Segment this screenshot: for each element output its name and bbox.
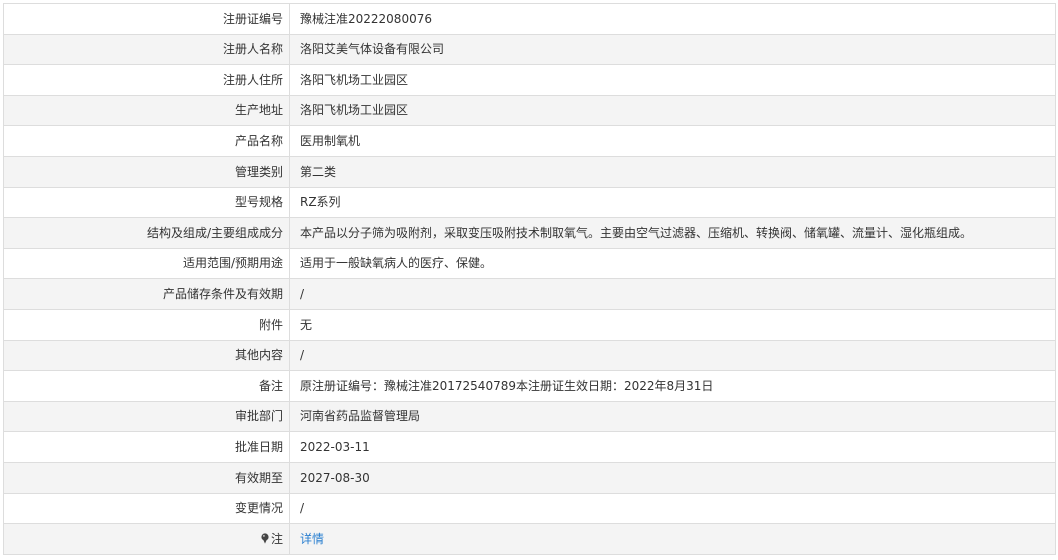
row-label: 管理类别 xyxy=(3,155,290,188)
table-row: 产品名称 医用制氧机 xyxy=(3,125,1056,157)
row-label: 注册人住所 xyxy=(3,64,290,96)
row-label: 注册证编号 xyxy=(3,3,290,35)
table-row: 产品储存条件及有效期 / xyxy=(3,278,1056,310)
table-row: 注册人名称 洛阳艾美气体设备有限公司 xyxy=(3,33,1056,66)
row-value: 第二类 xyxy=(289,155,1056,188)
note-value-cell: 详情 xyxy=(289,523,1056,555)
table-row: 附件 无 xyxy=(3,308,1056,341)
note-row: 注 详情 xyxy=(3,523,1056,555)
row-value: / xyxy=(289,278,1056,310)
row-value: 2027-08-30 xyxy=(289,461,1056,494)
table-row: 其他内容 / xyxy=(3,339,1056,372)
table-row: 注册证编号 豫械注准20222080076 xyxy=(3,3,1056,35)
table-row: 管理类别 第二类 xyxy=(3,155,1056,188)
table-row: 变更情况 / xyxy=(3,492,1056,525)
row-label: 结构及组成/主要组成成分 xyxy=(3,217,290,249)
row-label: 适用范围/预期用途 xyxy=(3,247,290,280)
row-label: 型号规格 xyxy=(3,186,290,219)
row-value: 豫械注准20222080076 xyxy=(289,3,1056,35)
table-row: 注册人住所 洛阳飞机场工业园区 xyxy=(3,64,1056,96)
pin-icon xyxy=(260,533,270,544)
row-label: 有效期至 xyxy=(3,461,290,494)
row-label: 批准日期 xyxy=(3,431,290,463)
row-value: / xyxy=(289,492,1056,525)
table-row: 生产地址 洛阳飞机场工业园区 xyxy=(3,94,1056,127)
row-value: 适用于一般缺氧病人的医疗、保健。 xyxy=(289,247,1056,280)
row-value: 洛阳飞机场工业园区 xyxy=(289,64,1056,96)
row-label: 其他内容 xyxy=(3,339,290,372)
table-row: 批准日期 2022-03-11 xyxy=(3,431,1056,463)
table-row: 型号规格 RZ系列 xyxy=(3,186,1056,219)
registration-detail-table: 注册证编号 豫械注准20222080076 注册人名称 洛阳艾美气体设备有限公司… xyxy=(3,3,1056,555)
row-label: 备注 xyxy=(3,370,290,402)
row-label: 注册人名称 xyxy=(3,33,290,66)
row-value: 医用制氧机 xyxy=(289,125,1056,157)
row-value: 无 xyxy=(289,308,1056,341)
row-value: 本产品以分子筛为吸附剂，采取变压吸附技术制取氧气。主要由空气过滤器、压缩机、转换… xyxy=(289,217,1056,249)
row-label: 产品名称 xyxy=(3,125,290,157)
details-link[interactable]: 详情 xyxy=(300,532,324,546)
row-label: 生产地址 xyxy=(3,94,290,127)
row-label: 审批部门 xyxy=(3,400,290,433)
row-value: 2022-03-11 xyxy=(289,431,1056,463)
table-row: 结构及组成/主要组成成分 本产品以分子筛为吸附剂，采取变压吸附技术制取氧气。主要… xyxy=(3,217,1056,249)
row-value: 原注册证编号：豫械注准20172540789本注册证生效日期：2022年8月31… xyxy=(289,370,1056,402)
row-value: RZ系列 xyxy=(289,186,1056,219)
row-value: / xyxy=(289,339,1056,372)
row-label: 变更情况 xyxy=(3,492,290,525)
table-row: 审批部门 河南省药品监督管理局 xyxy=(3,400,1056,433)
row-value: 河南省药品监督管理局 xyxy=(289,400,1056,433)
table-row: 适用范围/预期用途 适用于一般缺氧病人的医疗、保健。 xyxy=(3,247,1056,280)
table-row: 备注 原注册证编号：豫械注准20172540789本注册证生效日期：2022年8… xyxy=(3,370,1056,402)
row-value: 洛阳艾美气体设备有限公司 xyxy=(289,33,1056,66)
row-label: 附件 xyxy=(3,308,290,341)
note-label: 注 xyxy=(270,531,283,546)
row-value: 洛阳飞机场工业园区 xyxy=(289,94,1056,127)
row-label: 产品储存条件及有效期 xyxy=(3,278,290,310)
table-row: 有效期至 2027-08-30 xyxy=(3,461,1056,494)
note-label-cell: 注 xyxy=(3,523,290,555)
